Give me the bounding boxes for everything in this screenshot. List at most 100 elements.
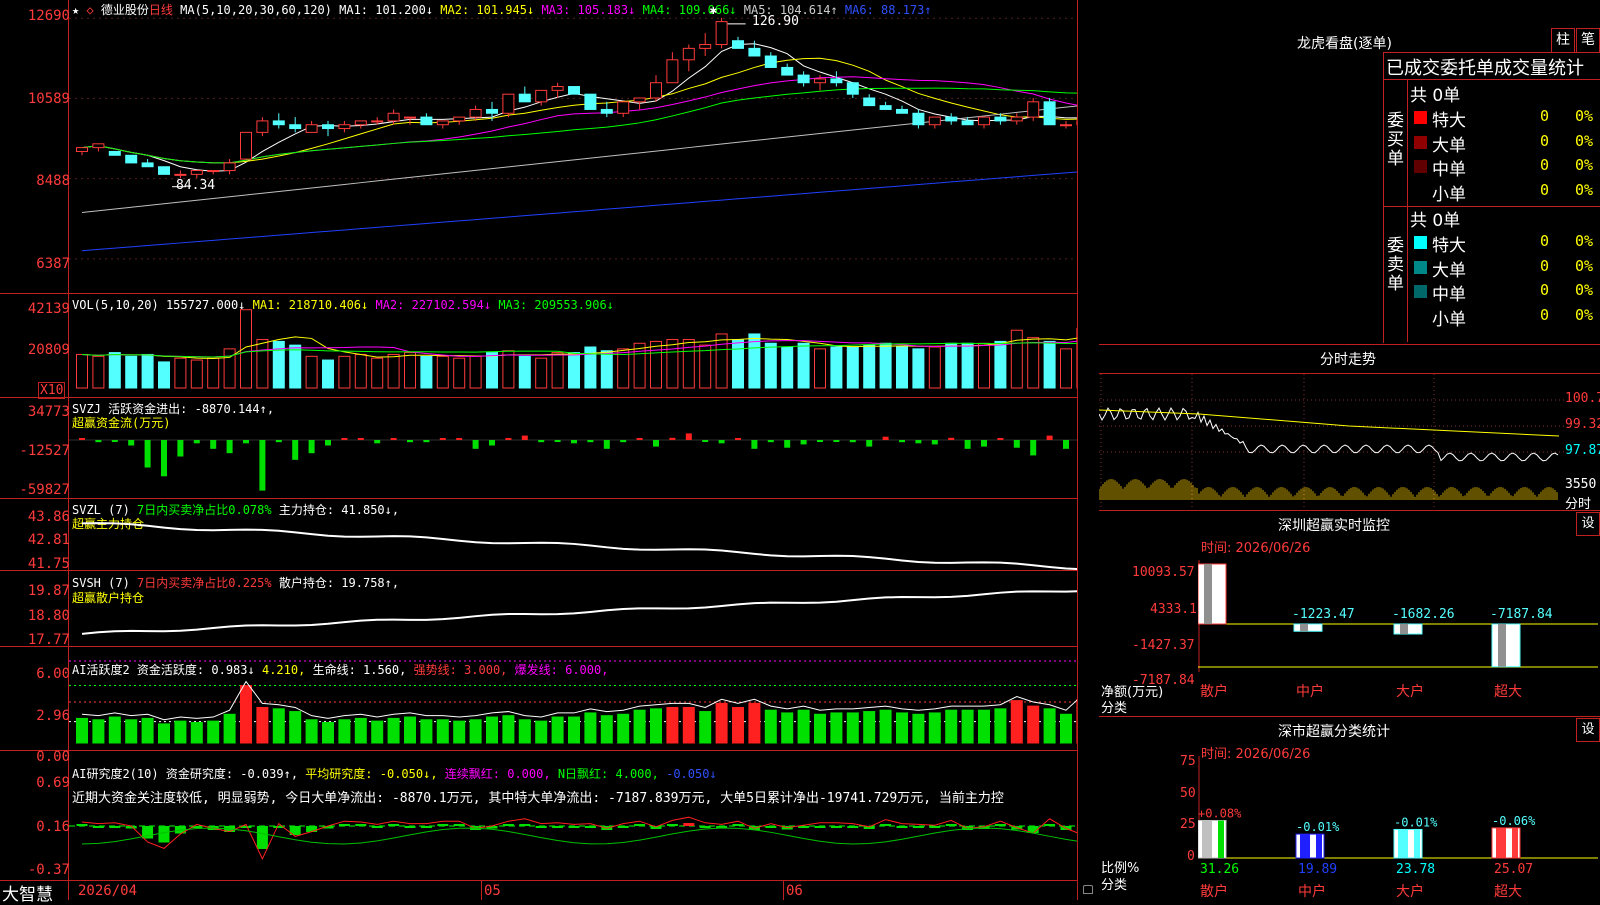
sell-row-swatch [1414,310,1427,323]
research-bar [618,826,629,828]
fund-flow-bar [932,440,938,444]
candle-body [126,155,137,163]
svsh-axis-1: 19.87 [28,583,70,599]
activity-bar [208,721,219,743]
fund-flow-bar [637,438,643,440]
volume-bar [93,356,104,388]
class-bar [1198,820,1226,858]
class-chart[interactable]: +0.08%31.26散户-0.01%19.89中户-0.01%23.78大户-… [1198,756,1600,900]
fund-flow-bar [555,440,561,442]
activity-bar [962,710,973,743]
fund-flow-bar [817,440,823,442]
sell-row-label: 特大 [1432,231,1466,256]
fund-flow-bar [604,440,610,449]
volume-bar [782,347,793,388]
monitor-settings-button[interactable]: 设 [1576,512,1600,536]
candle-body [175,174,186,175]
monitor-bar-value: 10093.57 [1198,560,1259,564]
candle [224,159,235,174]
activity-bar [372,721,383,743]
fund-flow-bar [653,440,659,447]
volume-bar [355,354,366,388]
candle-body [536,90,547,101]
candle [77,148,88,156]
volume-bar [880,343,891,388]
monitor-bar-shade [1204,564,1212,624]
volume-chart[interactable]: ◄ [69,294,1077,397]
activity-bar [552,717,563,743]
fund-flow-bar [1063,440,1069,449]
research-bar [667,824,678,826]
candle-body [208,171,219,172]
fund-flow-bar [79,438,85,440]
candle [683,45,694,72]
volume-bar [995,341,1006,388]
candle-body [880,106,891,110]
fs-axis-4: 3550 [1565,477,1596,492]
research-bar [93,826,104,828]
fund-flow-bar [1014,440,1020,448]
candle [454,117,465,125]
candle [1061,121,1072,129]
volume-bar [77,354,88,388]
tick-mode-button[interactable]: 笔 [1576,28,1600,53]
research-line [82,817,1077,859]
volume-bar [339,356,350,388]
fund-flow-bar [423,440,429,442]
activity-bar [437,720,448,743]
candle [585,94,596,109]
class-xlabel: 分类 [1101,874,1127,893]
retail-hold-chart[interactable] [69,571,1077,646]
candle [782,64,793,75]
activity-chart[interactable] [69,647,1077,750]
research-bar [880,824,891,826]
volume-bar [864,345,875,388]
research-chart[interactable] [69,751,1077,880]
candle [503,94,514,117]
research-bar [257,826,268,849]
activity-bar [601,716,612,743]
fund-flow-bar [751,440,757,449]
activity-bar [815,714,826,743]
activity-bar [93,720,104,743]
candle-body [847,83,858,94]
fs-border-top [1099,344,1600,345]
fs-axis-2: 99.32 [1565,417,1600,432]
activity-bar [175,721,186,743]
retail-hold-line [82,588,1077,634]
main-hold-chart[interactable] [69,499,1077,570]
monitor-bar-shade [1498,624,1506,667]
fund-flow-chart[interactable] [69,398,1077,498]
price-chart[interactable]: ✱ [69,0,1077,293]
activity-bar [142,718,153,743]
candle [290,117,301,132]
activity-bar [290,712,301,743]
candle-body [454,117,465,121]
candle-body [798,75,809,83]
buy-row-pct: 0% [1575,107,1593,125]
activity-bar [765,710,776,743]
monitor-chart[interactable]: 10093.57散户-1223.47中户-1682.26大户-7187.84超大 [1198,560,1600,720]
monitor-axis-1: 10093.57 [1132,565,1195,580]
activity-bar [667,707,678,743]
class-settings-button[interactable]: 设 [1576,718,1600,742]
candle-body [142,163,153,167]
monitor-bar [1198,564,1226,624]
candle [847,83,858,98]
candle [421,113,432,124]
sell-row-pct: 0% [1575,306,1593,324]
activity-bar [421,720,432,743]
volume-bar [569,353,580,388]
monitor-axis-2: 4333.1 [1150,602,1197,617]
volume-bar [191,360,202,388]
intraday-chart[interactable] [1099,374,1564,510]
research-bar [847,826,858,828]
research-bar [995,824,1006,826]
volume-bar [733,340,744,388]
bar-mode-button[interactable]: 柱 [1551,28,1575,53]
lock-icon[interactable] [1083,885,1093,894]
date-axis-2: 05 [484,883,501,899]
class-bar-pct: 25.07 [1494,862,1533,877]
activity-bar [716,703,727,743]
ma30-line [82,88,1077,163]
